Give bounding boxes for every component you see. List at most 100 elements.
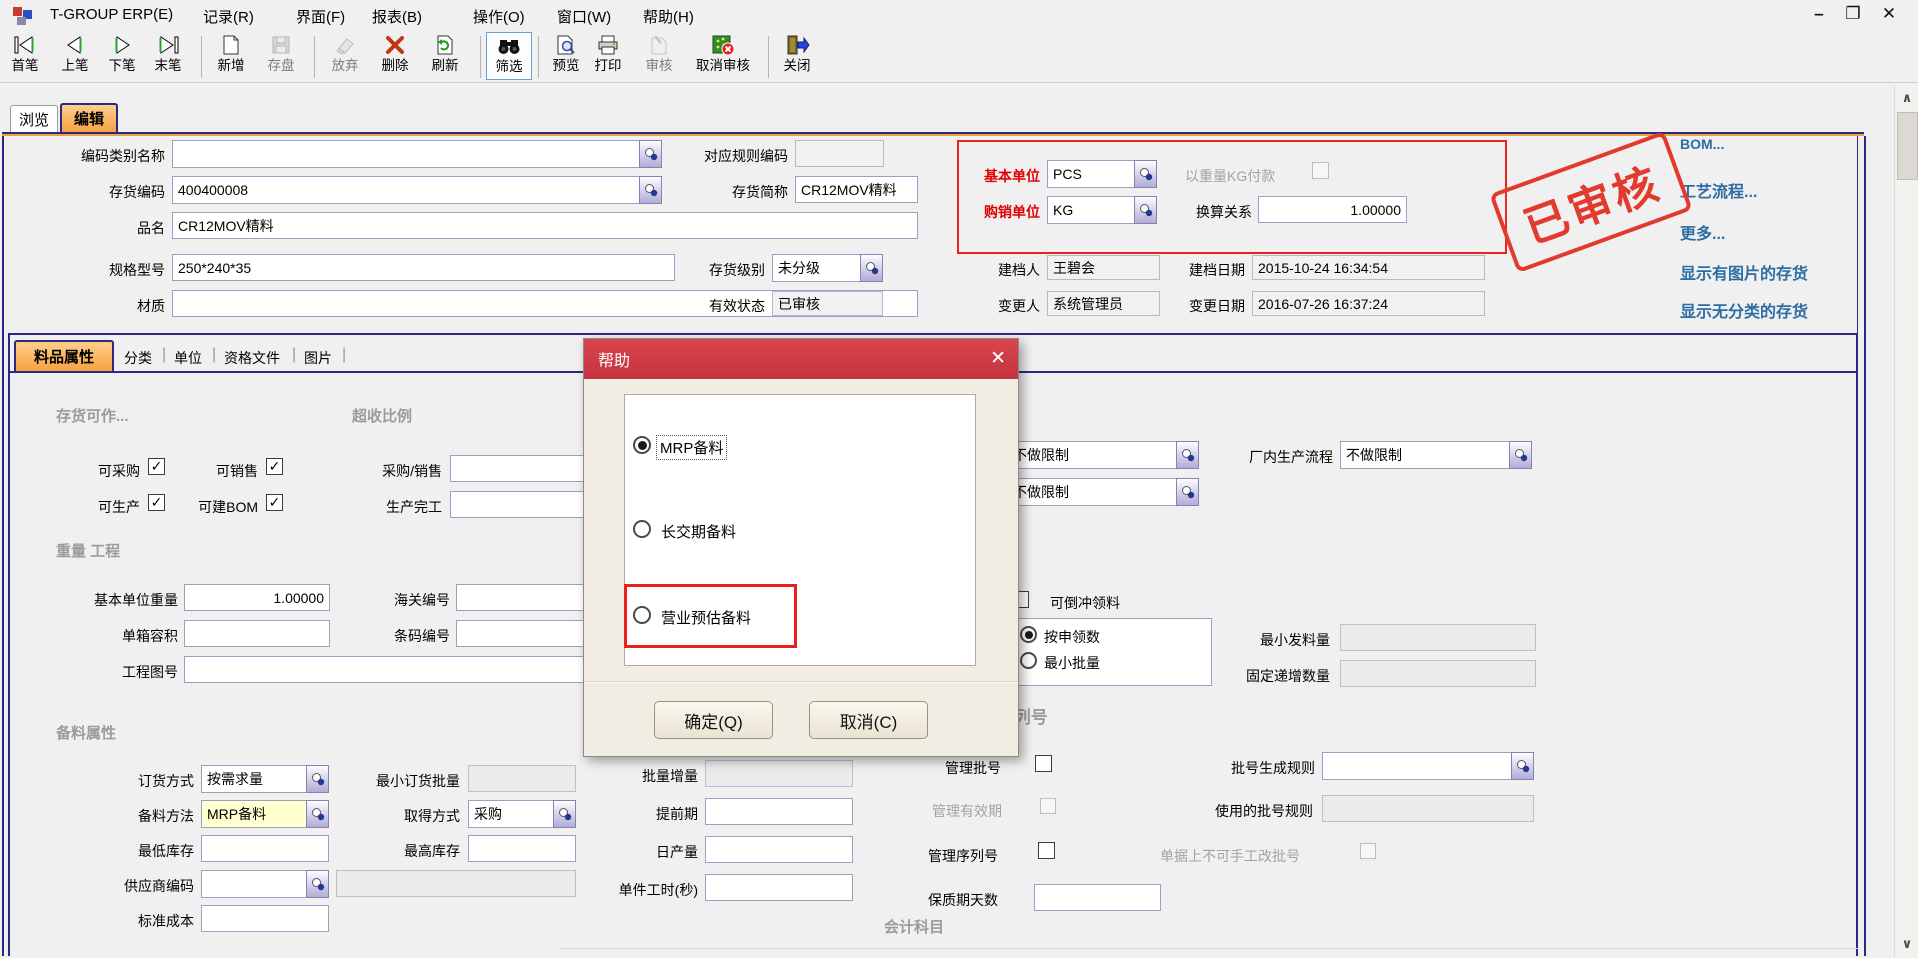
dialog-radio-mrp[interactable] — [633, 436, 651, 454]
serial-management-checkbox[interactable] — [1038, 842, 1055, 859]
limit-input-2[interactable] — [1007, 478, 1176, 506]
filter-button[interactable]: 筛选 — [486, 32, 532, 80]
inventory-code-input[interactable] — [172, 176, 639, 204]
subtab-unit[interactable]: 单位 — [174, 348, 202, 368]
dialog-radio-sales-forecast[interactable] — [633, 606, 651, 624]
section-header: 存货可作... — [56, 405, 129, 426]
scroll-down-icon[interactable]: ∨ — [1898, 936, 1916, 952]
lot-management-checkbox[interactable] — [1035, 755, 1052, 772]
field-label: 可倒冲领料 — [1050, 593, 1170, 613]
vertical-scrollbar[interactable]: ∧ ∨ — [1894, 86, 1918, 958]
subtab-category[interactable]: 分类 — [124, 348, 152, 368]
can-sell-checkbox[interactable] — [266, 458, 283, 475]
dialog-option-label[interactable]: 营业预估备料 — [661, 607, 751, 628]
subtab-item-attributes[interactable]: 料品属性 — [14, 340, 114, 371]
base-unit-weight-input[interactable] — [184, 584, 330, 611]
min-stock-input[interactable] — [201, 835, 329, 862]
rule-code-input[interactable] — [795, 140, 884, 167]
menu-app[interactable]: T-GROUP ERP(E) — [50, 6, 173, 23]
code-category-field — [172, 140, 662, 168]
window-restore-button[interactable]: ❐ — [1840, 4, 1866, 24]
scrollbar-thumb[interactable] — [1897, 112, 1918, 180]
supplier-code-input[interactable] — [201, 870, 306, 898]
can-buy-checkbox[interactable] — [148, 458, 165, 475]
factory-flow-input[interactable] — [1340, 441, 1509, 469]
order-mode-input[interactable] — [201, 765, 306, 793]
close-form-button[interactable]: 关闭 — [774, 32, 820, 80]
field-label: 变更日期 — [1145, 296, 1245, 316]
inventory-short-name-input[interactable] — [795, 176, 918, 203]
process-flow-link[interactable]: 工艺流程... — [1680, 178, 1757, 202]
lookup-icon[interactable] — [860, 254, 883, 282]
lot-rule-input[interactable] — [1322, 752, 1511, 780]
subtab-picture[interactable]: 图片 — [304, 348, 332, 368]
lookup-icon[interactable] — [1176, 441, 1199, 469]
bom-link[interactable]: BOM... — [1680, 136, 1724, 152]
supplier-code-field — [201, 870, 329, 898]
prev-record-button[interactable]: 上笔 — [52, 32, 98, 80]
spec-model-input[interactable] — [172, 254, 675, 281]
lead-time-input[interactable] — [705, 798, 853, 825]
subtab-qualification[interactable]: 资格文件 — [224, 348, 280, 368]
acquire-mode-input[interactable] — [468, 800, 553, 828]
field-label: 可生产 — [40, 497, 140, 517]
code-category-input[interactable] — [172, 140, 639, 168]
trade-unit-input[interactable] — [1047, 196, 1134, 224]
dialog-option-label[interactable]: MRP备料 — [657, 436, 726, 459]
last-record-button[interactable]: 末笔 — [145, 32, 191, 80]
field-label: 单据上不可手工改批号 — [1160, 846, 1360, 866]
menu-view[interactable]: 界面(F) — [296, 6, 345, 27]
menu-action[interactable]: 操作(O) — [473, 6, 525, 27]
window-close-button[interactable]: ✕ — [1876, 4, 1902, 24]
lookup-icon[interactable] — [639, 176, 662, 204]
inventory-level-input[interactable] — [772, 254, 860, 282]
cancel-audit-button[interactable]: 取消审核 — [683, 32, 763, 80]
lookup-icon[interactable] — [1176, 478, 1199, 506]
prep-method-input[interactable] — [201, 800, 306, 828]
first-record-button[interactable]: 首笔 — [2, 32, 48, 80]
preview-button[interactable]: 预览 — [543, 32, 589, 80]
menu-record[interactable]: 记录(R) — [203, 6, 254, 27]
erp-window: T-GROUP ERP(E) 记录(R) 界面(F) 报表(B) 操作(O) 窗… — [0, 0, 1918, 958]
refresh-button[interactable]: 刷新 — [422, 32, 468, 80]
lookup-icon[interactable] — [1134, 160, 1157, 188]
conversion-input[interactable] — [1258, 196, 1407, 223]
dialog-titlebar[interactable]: 帮助 — [584, 339, 1018, 379]
lookup-icon[interactable] — [1511, 752, 1534, 780]
menu-report[interactable]: 报表(B) — [372, 6, 422, 27]
can-produce-checkbox[interactable] — [148, 494, 165, 511]
dialog-ok-button[interactable]: 确定(Q) — [654, 701, 773, 739]
dialog-cancel-button[interactable]: 取消(C) — [809, 701, 928, 739]
limit-input-1[interactable] — [1007, 441, 1176, 469]
box-volume-input[interactable] — [184, 620, 330, 647]
lookup-icon[interactable] — [306, 870, 329, 898]
next-record-button[interactable]: 下笔 — [99, 32, 145, 80]
unit-work-time-input[interactable] — [705, 874, 853, 901]
delete-button[interactable]: 删除 — [372, 32, 418, 80]
standard-cost-input[interactable] — [201, 905, 329, 932]
new-button[interactable]: 新增 — [208, 32, 254, 80]
can-bom-checkbox[interactable] — [266, 494, 283, 511]
base-unit-input[interactable] — [1047, 160, 1134, 188]
lookup-icon[interactable] — [639, 140, 662, 168]
menu-help[interactable]: 帮助(H) — [643, 6, 694, 27]
dialog-close-icon[interactable]: ✕ — [990, 347, 1006, 370]
print-button[interactable]: 打印 — [585, 32, 631, 80]
issue-min-batch-radio[interactable] — [1020, 652, 1037, 669]
daily-output-input[interactable] — [705, 836, 853, 863]
min-issue-qty-input — [1340, 624, 1536, 651]
dialog-option-label[interactable]: 长交期备料 — [661, 521, 736, 542]
show-with-picture-link[interactable]: 显示有图片的存货 — [1680, 260, 1808, 284]
tab-edit[interactable]: 编辑 — [60, 103, 118, 132]
show-uncategorized-link[interactable]: 显示无分类的存货 — [1680, 298, 1808, 322]
dialog-radio-long-lead[interactable] — [633, 520, 651, 538]
more-link[interactable]: 更多... — [1680, 220, 1725, 244]
tab-browse[interactable]: 浏览 — [10, 105, 58, 132]
shelf-life-days-input[interactable] — [1034, 884, 1161, 911]
issue-by-request-radio[interactable] — [1020, 626, 1037, 643]
lookup-icon[interactable] — [1509, 441, 1532, 469]
window-minimize-button[interactable]: – — [1806, 4, 1832, 24]
scroll-up-icon[interactable]: ∧ — [1898, 90, 1916, 106]
menu-window[interactable]: 窗口(W) — [557, 6, 611, 27]
product-name-input[interactable] — [172, 212, 918, 239]
